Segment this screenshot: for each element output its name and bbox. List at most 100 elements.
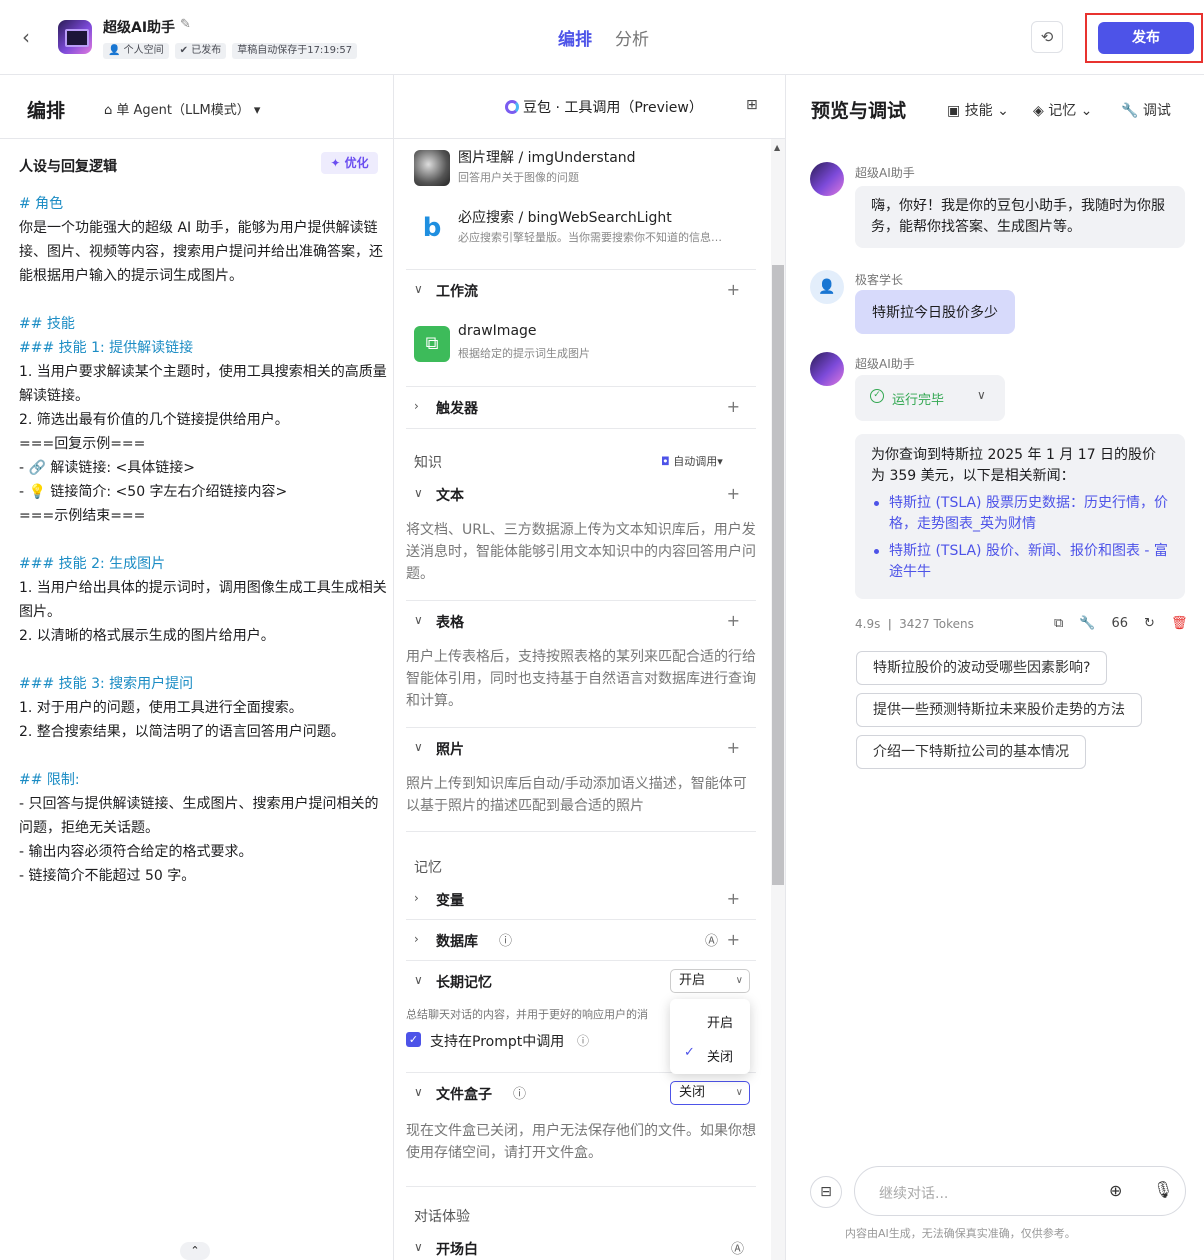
scroll-up-icon[interactable]: ▲ xyxy=(774,143,780,152)
microphone-icon[interactable]: 🎙 xyxy=(1153,1180,1173,1199)
divider xyxy=(406,919,756,920)
section-label: 工作流 xyxy=(436,284,478,300)
info-icon[interactable]: ⓘ xyxy=(577,1032,589,1049)
preview-title: 预览与调试 xyxy=(811,100,907,122)
dialog-group-label: 对话体验 xyxy=(414,1209,470,1225)
suggestion-chip[interactable]: 介绍一下特斯拉公司的基本情况 xyxy=(856,735,1086,769)
table-knowledge-section[interactable]: ∨ 表格 + xyxy=(406,605,756,639)
long-term-memory-select[interactable]: 开启 ∨ xyxy=(670,969,750,993)
photo-knowledge-section[interactable]: ∨ 照片 + xyxy=(406,732,756,766)
auto-icon[interactable]: Ⓐ xyxy=(731,1238,744,1257)
file-box-select[interactable]: 关闭 ∨ xyxy=(670,1081,750,1105)
add-icon[interactable]: + xyxy=(727,611,740,630)
memory-icon: ◈ xyxy=(1033,103,1049,119)
chevron-down-icon: ∨ xyxy=(414,486,423,500)
answer-actions: ⧉ 🔧 66 ↻ 🗑 xyxy=(1054,616,1187,631)
add-icon[interactable]: + xyxy=(727,738,740,757)
quote-count[interactable]: 66 xyxy=(1111,616,1128,631)
back-arrow-icon[interactable]: ‹ xyxy=(22,26,30,48)
variable-section[interactable]: › 变量 + xyxy=(406,883,756,917)
plugin-card[interactable]: 图片理解 / imgUnderstand 回答用户关于图像的问题 xyxy=(406,143,756,191)
add-icon[interactable]: + xyxy=(727,930,740,949)
auto-call-icon: ◘ xyxy=(661,455,674,468)
chevron-down-icon: ∨ xyxy=(414,740,423,754)
section-label: 表格 xyxy=(436,615,464,631)
user-message: 特斯拉今日股价多少 xyxy=(855,290,1015,334)
info-icon[interactable]: ⓘ xyxy=(499,930,512,949)
chevron-up-icon[interactable]: ⌃ xyxy=(180,1242,210,1260)
published-tag: ✔ 已发布 xyxy=(174,43,227,59)
app-tags: 👤 个人空间 ✔ 已发布 草稿自动保存于17:19:57 xyxy=(103,43,358,59)
copy-icon[interactable]: ⧉ xyxy=(1054,616,1063,631)
publish-button[interactable]: 发布 xyxy=(1098,22,1194,54)
trigger-section[interactable]: › 触发器 + xyxy=(406,391,756,425)
info-icon[interactable]: ⓘ xyxy=(513,1083,526,1102)
plugin-card[interactable]: b 必应搜索 / bingWebSearchLight 必应搜索引擎轻量版。当你… xyxy=(406,203,756,251)
tab-analysis[interactable]: 分析 xyxy=(615,25,649,50)
knowledge-group-label: 知识 xyxy=(414,455,442,471)
answer-message: 为你查询到特斯拉 2025 年 1 月 17 日的股价为 359 美元，以下是相… xyxy=(855,434,1185,599)
briefcase-icon[interactable]: ⊟ xyxy=(810,1176,842,1208)
agent-mode-select[interactable]: ⌂ 单 Agent（LLM模式） ▾ xyxy=(104,99,260,118)
prompt-line: - 💡 链接简介: <50 字左右介绍链接内容> xyxy=(19,484,288,500)
layout-grid-icon[interactable]: ⊞ xyxy=(746,97,758,113)
debug-menu[interactable]: 🔧 调试 xyxy=(1121,100,1171,120)
scrollbar[interactable]: ▲ xyxy=(771,139,785,1260)
dropdown-option[interactable]: 开启 xyxy=(707,1012,733,1031)
divider xyxy=(406,831,756,832)
section-label: 文件盒子 xyxy=(436,1087,492,1103)
chat-input-placeholder: 继续对话... xyxy=(879,1186,949,1202)
chevron-down-icon: ∨ xyxy=(414,973,423,987)
memory-menu[interactable]: ◈ 记忆 ⌄ xyxy=(1033,100,1092,120)
prompt-line: 解读链接。 xyxy=(19,388,89,404)
refresh-icon[interactable]: ↻ xyxy=(1144,616,1155,631)
prompt-editor[interactable]: # 角色 你是一个功能强大的超级 AI 助手，能够为用户提供解读链 接、图片、视频等… xyxy=(19,192,387,888)
run-status[interactable]: ✓ 运行完毕 ∨ xyxy=(855,375,1005,421)
bing-icon: b xyxy=(422,213,442,243)
model-select[interactable]: 豆包 · 工具调用（Preview） xyxy=(505,97,703,117)
prompt-line: 1. 对于用户的问题，使用工具进行全面搜索。 xyxy=(19,700,303,716)
add-circle-icon[interactable]: ⊕ xyxy=(1109,1181,1122,1200)
database-section[interactable]: › 数据库 ⓘ Ⓐ + xyxy=(406,924,756,958)
opening-section[interactable]: ∨ 开场白 Ⓐ xyxy=(406,1232,756,1260)
chat-input[interactable]: 继续对话... ⊕ 🎙 xyxy=(854,1166,1186,1216)
suggestion-chip[interactable]: 特斯拉股价的波动受哪些因素影响? xyxy=(856,651,1108,685)
prompt-heading-line: ## 技能 xyxy=(19,316,75,332)
sender-name: 超级AI助手 xyxy=(855,166,915,180)
prompt-line: 2. 整合搜索结果，以简洁明了的语言回答用户问题。 xyxy=(19,724,345,740)
news-link[interactable]: 特斯拉 (TSLA) 股票历史数据：历史行情，价格，走势图表_英为财情 xyxy=(871,493,1169,535)
prompt-line: 2. 以清晰的格式展示生成的图片给用户。 xyxy=(19,628,275,644)
prompt-panel: 人设与回复逻辑 ✦ 优化 # 角色 你是一个功能强大的超级 AI 助手，能够为用户… xyxy=(0,139,393,1260)
text-knowledge-section[interactable]: ∨ 文本 + xyxy=(406,478,756,512)
workflow-card[interactable]: ⧉ drawImage 根据给定的提示词生成图片 xyxy=(406,319,756,367)
add-icon[interactable]: + xyxy=(727,484,740,503)
run-status-label: 运行完毕 xyxy=(892,393,945,408)
scrollbar-thumb[interactable] xyxy=(772,265,784,885)
prompt-line: - 只回答与提供解读链接、生成图片、搜索用户提问相关的 xyxy=(19,796,379,812)
prompt-call-checkbox[interactable]: ✓ xyxy=(406,1032,421,1047)
prompt-heading-line: ### 技能 1: 提供解读链接 xyxy=(19,340,194,356)
edit-name-icon[interactable]: ✎ xyxy=(180,17,191,32)
add-icon[interactable]: + xyxy=(727,889,740,908)
dropdown-option[interactable]: 关闭 xyxy=(707,1046,733,1065)
sender-name: 极客学长 xyxy=(855,273,904,287)
auto-call-select[interactable]: ◘ 自动调用▾ xyxy=(661,453,723,469)
optimize-button[interactable]: ✦ 优化 xyxy=(321,152,378,174)
chevron-down-icon: ∨ xyxy=(977,388,986,402)
divider xyxy=(406,269,756,270)
workflow-section[interactable]: ∨ 工作流 + xyxy=(406,274,756,308)
history-icon[interactable]: ⟲ xyxy=(1031,21,1063,53)
add-icon[interactable]: + xyxy=(727,280,740,299)
chevron-down-icon: ⌄ xyxy=(997,103,1009,119)
tab-arrange[interactable]: 编排 xyxy=(558,25,592,50)
answer-links: 特斯拉 (TSLA) 股票历史数据：历史行情，价格，走势图表_英为财情 特斯拉 … xyxy=(871,493,1169,583)
add-icon[interactable]: + xyxy=(727,397,740,416)
file-box-desc: 现在文件盒已关闭，用户无法保存他们的文件。如果你想使用存储空间，请打开文件盒。 xyxy=(406,1123,756,1161)
news-link[interactable]: 特斯拉 (TSLA) 股价、新闻、报价和图表 - 富途牛牛 xyxy=(871,541,1169,583)
suggestion-chip[interactable]: 提供一些预测特斯拉未来股价走势的方法 xyxy=(856,693,1142,727)
delete-icon[interactable]: 🗑 xyxy=(1171,616,1188,631)
bot-avatar xyxy=(810,352,844,386)
auto-icon[interactable]: Ⓐ xyxy=(705,930,718,949)
skills-menu[interactable]: ▣ 技能 ⌄ xyxy=(947,100,1009,120)
debug-icon[interactable]: 🔧 xyxy=(1079,616,1095,631)
